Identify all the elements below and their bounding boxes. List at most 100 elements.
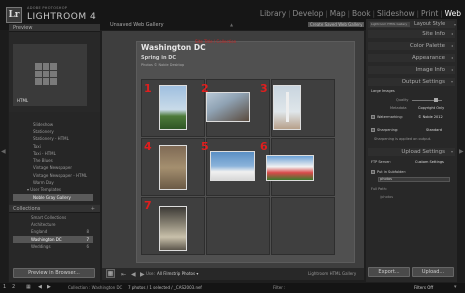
collapse-triangle-icon[interactable]: ▾ bbox=[454, 22, 456, 27]
preview-html-badge: HTML bbox=[17, 98, 29, 103]
left-panel-edge[interactable] bbox=[0, 30, 8, 283]
module-print[interactable]: Print bbox=[419, 9, 440, 18]
filmstrip-menu-icon[interactable]: ▾ bbox=[454, 284, 457, 290]
collection-item-selected[interactable]: Washington DC 7 bbox=[13, 236, 93, 243]
collection-title[interactable]: Spring in DC bbox=[141, 55, 176, 61]
template-item[interactable]: Taxi bbox=[13, 143, 93, 150]
photo-capitol-dome[interactable] bbox=[159, 85, 187, 130]
upload-button[interactable]: Upload... bbox=[412, 267, 454, 277]
collection-item[interactable]: Architecture bbox=[13, 221, 93, 228]
template-item[interactable]: Stationery - HTML bbox=[13, 135, 93, 142]
expand-triangle-icon: ◂ bbox=[450, 43, 453, 48]
collection-name: Weddings bbox=[31, 244, 51, 249]
image-info-header[interactable]: Image Info ◂ bbox=[368, 66, 455, 74]
photo-capitol-building[interactable] bbox=[210, 151, 255, 181]
first-page-icon[interactable]: ⇤ bbox=[121, 271, 126, 278]
module-library[interactable]: Library bbox=[258, 9, 288, 18]
appearance-header[interactable]: Appearance ◂ bbox=[368, 54, 455, 62]
collection-item[interactable]: Smart Collections bbox=[13, 214, 93, 221]
add-collection-icon[interactable]: + bbox=[91, 205, 95, 213]
sharpening-note: Sharpening is applied on output. bbox=[374, 137, 432, 141]
grid-view-icon[interactable]: ▦ bbox=[106, 269, 115, 278]
put-in-subfolder-label: Put in Subfolder: bbox=[377, 170, 406, 174]
collapse-right-arrow-icon[interactable]: ▶ bbox=[459, 148, 464, 155]
metadata-select[interactable]: Copyright Only bbox=[418, 106, 444, 110]
module-slideshow[interactable]: Slideshow bbox=[375, 9, 417, 18]
previous-arrow-icon[interactable]: ◀ bbox=[131, 271, 136, 278]
photo-tulips-capitol[interactable] bbox=[266, 155, 314, 181]
ftp-server-select[interactable]: Custom Settings bbox=[415, 160, 444, 164]
template-item[interactable]: The Blues bbox=[13, 157, 93, 164]
photo-lincoln-memorial[interactable] bbox=[159, 206, 187, 251]
collection-item[interactable]: Weddings 6 bbox=[13, 243, 93, 250]
quality-slider-thumb[interactable] bbox=[434, 98, 438, 102]
brand-line: ADOBE PHOTOSHOP bbox=[27, 6, 68, 10]
filmstrip-tab-1[interactable]: 1 bbox=[3, 284, 6, 290]
gallery-cell[interactable] bbox=[271, 197, 335, 255]
gallery-cell[interactable] bbox=[206, 197, 270, 255]
preview-in-browser-button[interactable]: Preview in Browser... bbox=[13, 268, 95, 278]
back-arrow-icon[interactable]: ◀ bbox=[38, 284, 42, 290]
app-name: LIGHTROOM 4 bbox=[27, 12, 97, 22]
site-info-header[interactable]: Site Info ◂ bbox=[368, 30, 455, 38]
template-item[interactable]: Warm Day bbox=[13, 179, 93, 186]
watermarking-checkbox[interactable] bbox=[371, 115, 375, 119]
expand-triangle-icon: ◂ bbox=[450, 31, 453, 36]
sharpening-select[interactable]: Standard bbox=[426, 128, 442, 132]
monument-shape bbox=[286, 92, 289, 122]
next-arrow-icon[interactable]: ▶ bbox=[140, 271, 145, 278]
module-book[interactable]: Book bbox=[350, 9, 373, 18]
template-item[interactable]: Slideshow bbox=[13, 121, 93, 128]
export-button[interactable]: Export... bbox=[368, 267, 410, 277]
filter-select[interactable]: Filters Off bbox=[414, 285, 433, 290]
grid-view-icon[interactable]: ▦ bbox=[26, 284, 31, 290]
create-saved-gallery-button[interactable]: Create Saved Web Gallery bbox=[308, 22, 365, 27]
site-title[interactable]: Washington DC bbox=[141, 43, 206, 52]
watermarking-label: Watermarking: bbox=[377, 115, 403, 119]
upload-settings-header[interactable]: Upload Settings ▾ bbox=[368, 148, 455, 156]
collapse-left-arrow-icon[interactable]: ◀ bbox=[1, 148, 6, 155]
user-templates-folder[interactable]: ▾ User Templates bbox=[13, 186, 93, 193]
expand-triangle-icon: ◂ bbox=[450, 67, 453, 72]
sharpening-checkbox[interactable] bbox=[371, 128, 375, 132]
cell-number: 4 bbox=[144, 140, 152, 153]
template-item[interactable]: Vintage Newspaper - HTML bbox=[13, 172, 93, 179]
cell-number: 3 bbox=[260, 82, 268, 95]
collection-item[interactable]: England 8 bbox=[13, 228, 93, 235]
collection-description[interactable]: Photos © Noble Desktop bbox=[141, 63, 184, 67]
layout-style-value[interactable]: Lightroom HTML Gallery bbox=[370, 22, 410, 27]
quality-label: Quality bbox=[396, 98, 409, 102]
photo-memorial[interactable] bbox=[159, 145, 187, 190]
metadata-label: Metadata bbox=[390, 106, 407, 110]
template-item[interactable]: Taxi - HTML bbox=[13, 150, 93, 157]
site-info-label: Site Info bbox=[422, 31, 445, 37]
watermark-select[interactable]: © Noble 2012 bbox=[418, 115, 443, 119]
filmstrip-tab-2[interactable]: 2 bbox=[12, 284, 15, 290]
collections-panel-header[interactable]: Collections + bbox=[9, 205, 100, 213]
appearance-label: Appearance bbox=[411, 55, 445, 61]
color-palette-header[interactable]: Color Palette ◂ bbox=[368, 42, 455, 50]
forward-arrow-icon[interactable]: ▶ bbox=[47, 284, 51, 290]
gallery-type-label: Lightroom HTML Gallery bbox=[308, 271, 357, 276]
cell-number: 7 bbox=[144, 199, 152, 212]
module-web[interactable]: Web bbox=[443, 9, 463, 18]
layout-style-label: Layout Style bbox=[414, 21, 446, 27]
output-settings-header[interactable]: Output Settings ▾ bbox=[368, 78, 455, 86]
collections-label: Collections bbox=[13, 206, 41, 212]
upload-settings-label: Upload Settings bbox=[401, 149, 445, 155]
template-item[interactable]: Vintage Newspaper bbox=[13, 164, 93, 171]
use-selector[interactable]: All Filmstrip Photos ▾ bbox=[157, 271, 198, 276]
put-in-subfolder-checkbox[interactable] bbox=[371, 170, 375, 174]
full-path-value: /photos bbox=[380, 195, 394, 199]
module-picker: Library | Develop | Map | Book | Slideshow | … bbox=[258, 9, 463, 18]
collection-count: 8 bbox=[86, 229, 89, 234]
right-panel-edge[interactable] bbox=[457, 30, 465, 283]
photo-statue[interactable] bbox=[206, 92, 250, 122]
preview-panel-header[interactable]: Preview bbox=[9, 24, 100, 32]
module-develop[interactable]: Develop bbox=[291, 9, 326, 18]
full-path-label: Full Path: bbox=[371, 187, 387, 191]
module-map[interactable]: Map bbox=[328, 9, 348, 18]
template-item-selected[interactable]: Noble Gray Gallery bbox=[13, 194, 93, 201]
template-item[interactable]: Stationery bbox=[13, 128, 93, 135]
collapse-top-arrow-icon[interactable]: ▲ bbox=[230, 22, 233, 27]
